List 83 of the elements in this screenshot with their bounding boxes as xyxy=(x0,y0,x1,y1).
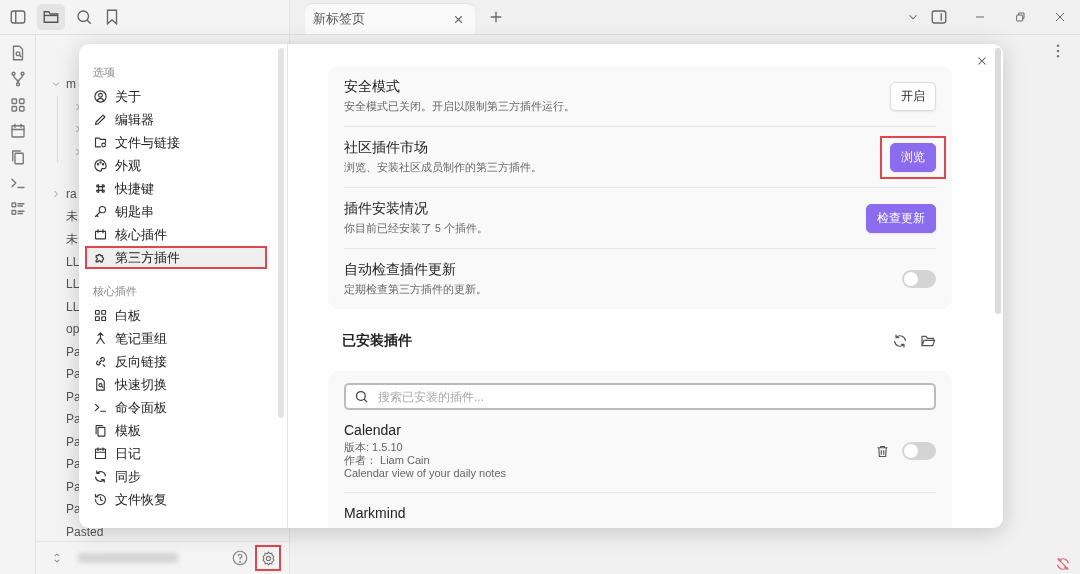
plugin-name: Markmind xyxy=(344,505,407,521)
key-icon xyxy=(93,204,108,219)
refresh-icon xyxy=(93,469,108,484)
setting-description: 你目前已经安装了 5 个插件。 xyxy=(344,222,489,236)
settings-button[interactable] xyxy=(255,545,281,571)
section-heading: 已安装插件 xyxy=(342,332,413,350)
trash-icon[interactable] xyxy=(875,443,890,459)
more-options-icon[interactable] xyxy=(1055,43,1061,59)
refresh-icon[interactable] xyxy=(892,333,908,349)
link-icon xyxy=(93,354,108,369)
settings-nav-item[interactable]: 核心插件 xyxy=(85,223,267,246)
calendar-icon[interactable] xyxy=(8,122,27,140)
plugin-name: Calendar xyxy=(344,422,402,438)
section-title: 核心插件 xyxy=(92,284,138,299)
plugin-description: Calendar view of your daily notes xyxy=(344,467,508,480)
settings-nav-item[interactable]: 白板 xyxy=(85,304,267,327)
sidebar-toggle-icon[interactable] xyxy=(9,8,27,26)
settings-nav-item[interactable]: 关于 xyxy=(85,85,267,108)
section-title: 选项 xyxy=(92,65,116,80)
box-icon xyxy=(93,227,108,242)
plugin-version: 版本: 1.5.10 xyxy=(344,441,404,454)
tab[interactable]: 新标签页 xyxy=(305,4,475,34)
grid-icon xyxy=(93,308,108,323)
palette-icon xyxy=(93,158,108,173)
folder-icon[interactable] xyxy=(920,333,936,349)
settings-nav-item[interactable]: 第三方插件 xyxy=(85,246,267,269)
settings-nav-item[interactable]: 快捷键 xyxy=(85,177,267,200)
copy-icon xyxy=(93,423,108,438)
action-button[interactable]: 检查更新 xyxy=(866,203,936,233)
settings-nav-item[interactable]: 文件与链接 xyxy=(85,131,267,154)
search-icon[interactable] xyxy=(75,8,93,26)
settings-nav-item[interactable]: 模板 xyxy=(85,419,267,442)
sidebar-toggle-icon[interactable] xyxy=(930,8,948,26)
pencil-icon xyxy=(93,112,108,127)
settings-nav-item[interactable]: 反向链接 xyxy=(85,350,267,373)
search-field[interactable]: 搜索已安装的插件... xyxy=(344,383,936,410)
setting-title: 安全模式 xyxy=(344,78,401,96)
setting-description: 定期检查第三方插件的更新。 xyxy=(344,283,488,297)
setting-description: 安全模式已关闭。开启以限制第三方插件运行。 xyxy=(344,100,576,114)
setting-title: 社区插件市场 xyxy=(344,139,429,157)
user-circle-icon xyxy=(93,89,108,104)
file-search-icon xyxy=(93,377,108,392)
setting-title: 插件安装情况 xyxy=(344,200,429,218)
file-name[interactable]: LL xyxy=(66,299,80,314)
settings-nav-item[interactable]: 钥匙串 xyxy=(85,200,267,223)
action-button[interactable]: 浏览 xyxy=(890,142,936,172)
settings-nav-item[interactable]: 命令面板 xyxy=(85,396,267,419)
settings-nav-item[interactable]: 编辑器 xyxy=(85,108,267,131)
settings-nav-item[interactable]: 日记 xyxy=(85,442,267,465)
file-name[interactable]: op xyxy=(66,322,80,337)
graph-icon[interactable] xyxy=(8,70,27,88)
scrollbar[interactable] xyxy=(278,48,284,418)
list-icon[interactable] xyxy=(8,200,27,218)
setting-title: 自动检查插件更新 xyxy=(344,261,457,279)
file-name[interactable]: 未 xyxy=(66,230,78,248)
search-icon xyxy=(354,389,369,404)
file-name[interactable]: LL xyxy=(66,277,80,292)
settings-nav-item[interactable]: 文件恢复 xyxy=(85,488,267,511)
settings-nav-item[interactable]: 外观 xyxy=(85,154,267,177)
help-icon[interactable] xyxy=(231,549,249,567)
file-name[interactable]: 未 xyxy=(66,208,78,226)
folder-button[interactable] xyxy=(37,4,65,30)
settings-nav-item[interactable]: 同步 xyxy=(85,465,267,488)
file-name[interactable]: ra xyxy=(66,187,77,202)
sync-off-icon[interactable] xyxy=(1055,556,1071,572)
folder-icon xyxy=(42,8,60,26)
file-name[interactable]: LL xyxy=(66,254,80,269)
file-name[interactable]: m xyxy=(66,77,76,92)
scrollbar[interactable] xyxy=(995,48,1001,314)
setting-description: 浏览、安装社区成员制作的第三方插件。 xyxy=(344,161,543,175)
toggle-switch[interactable] xyxy=(902,270,936,288)
plugin-author: 作者： Liam Cain xyxy=(344,454,431,467)
settings-nav-item[interactable]: 快速切换 xyxy=(85,373,267,396)
action-button[interactable]: 开启 xyxy=(890,81,936,111)
grid-icon[interactable] xyxy=(8,96,27,114)
file-name[interactable]: Pasted xyxy=(66,524,104,539)
calendar-icon xyxy=(93,446,108,461)
settings-nav-item[interactable]: 笔记重组 xyxy=(85,327,267,350)
folder-gear-icon xyxy=(93,135,108,150)
merge-arrow-icon xyxy=(93,331,108,346)
history-icon xyxy=(93,492,108,507)
command-icon xyxy=(93,181,108,196)
toggle-switch[interactable] xyxy=(902,442,936,460)
